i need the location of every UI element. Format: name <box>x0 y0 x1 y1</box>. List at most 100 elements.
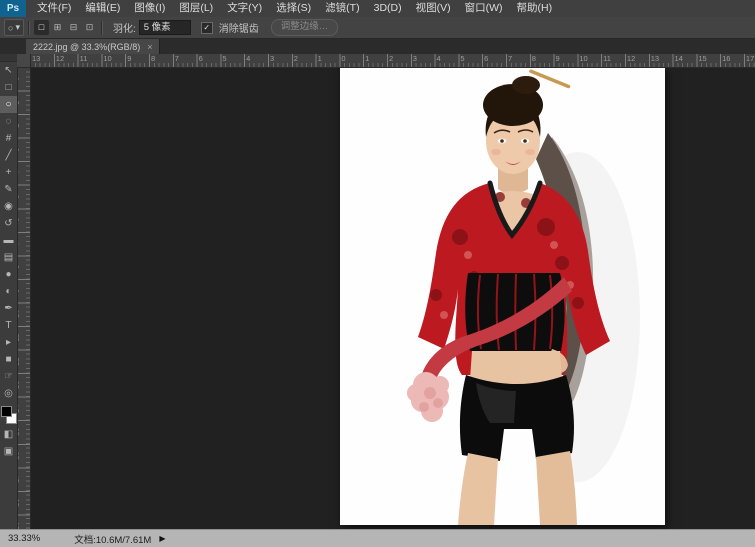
tool-pen[interactable]: ✒ <box>0 300 17 317</box>
intersect-selection-icon[interactable]: ⊡ <box>82 20 97 35</box>
ruler-number: 5 <box>458 54 482 64</box>
ruler-number: 7 <box>17 237 31 250</box>
menu-item[interactable]: 选择(S) <box>269 0 318 17</box>
menu-item[interactable]: 文件(F) <box>30 0 78 17</box>
antialias-checkbox[interactable]: ✓ <box>201 22 213 34</box>
menu-item[interactable]: 编辑(E) <box>78 0 127 17</box>
menu-item[interactable]: 视图(V) <box>409 0 458 17</box>
ruler-number: 0 <box>17 72 31 85</box>
status-popup-arrow-icon[interactable]: ▶ <box>159 534 165 543</box>
feather-input[interactable]: 5 像素 <box>139 20 191 35</box>
ruler-number: 5 <box>220 54 244 64</box>
quick-mask-icon: ◧ <box>4 429 13 440</box>
tool-lasso[interactable]: ○ <box>0 96 17 113</box>
menu-item[interactable]: 窗口(W) <box>458 0 510 17</box>
ruler-number: 11 <box>601 54 625 64</box>
history-brush-icon: ↺ <box>4 218 12 229</box>
ruler-number: 6 <box>197 54 221 64</box>
ruler-number: 9 <box>17 284 31 297</box>
eyedropper-icon: ╱ <box>5 150 11 161</box>
menu-item[interactable]: 帮助(H) <box>510 0 560 17</box>
tab-close-icon[interactable]: × <box>147 42 152 52</box>
ruler-number: 1 <box>316 54 340 64</box>
tool-brush[interactable]: ✎ <box>0 181 17 198</box>
document-canvas[interactable] <box>340 67 665 525</box>
ruler-number: 13 <box>30 54 54 64</box>
tool-preset-button[interactable]: ○ ▾ <box>4 19 24 36</box>
tool-path-selection[interactable]: ▸ <box>0 334 17 351</box>
shape-icon: ■ <box>5 354 11 365</box>
ruler-number: 7 <box>173 54 197 64</box>
tool-clone-stamp[interactable]: ◉ <box>0 198 17 215</box>
ruler-number: 8 <box>17 261 31 274</box>
ruler-number: 6 <box>482 54 506 64</box>
tool-list: ↖ □ ○ ◌ # ╱ + ✎ ◉ ↺ ▬ ▤●◐ ✒ T▸ ■ ☞ ◎ <box>0 62 17 402</box>
ruler-left[interactable]: 012345678910111213141516171819 <box>17 67 31 530</box>
ruler-number: 3 <box>411 54 435 64</box>
tool-eyedropper[interactable]: ╱ <box>0 147 17 164</box>
eraser-icon: ▬ <box>4 235 14 246</box>
lasso-icon: ○ <box>8 23 13 33</box>
new-selection-icon[interactable]: □ <box>34 20 49 35</box>
ruler-number: 4 <box>435 54 459 64</box>
foreground-color-swatch[interactable] <box>1 406 12 417</box>
clone-stamp-icon: ◉ <box>4 201 13 212</box>
tool-rectangular-marquee[interactable]: □ <box>0 79 17 96</box>
tool-move[interactable]: ↖ <box>0 62 17 79</box>
pen-icon: ✒ <box>4 303 12 314</box>
zoom-icon: ◎ <box>4 388 13 399</box>
ruler-number: 12 <box>54 54 78 64</box>
quick-selection-icon: ◌ <box>6 116 12 127</box>
ruler-number: 4 <box>244 54 268 64</box>
menu-item[interactable]: 图层(L) <box>172 0 220 17</box>
tool-bar: ↖ □ ○ ◌ # ╱ + ✎ ◉ ↺ ▬ ▤●◐ ✒ T▸ ■ ☞ ◎ ◧ ▣ <box>0 54 18 530</box>
add-to-selection-icon[interactable]: ⊞ <box>50 20 65 35</box>
refine-edge-button[interactable]: 调整边缘… <box>271 19 339 36</box>
tool-zoom[interactable]: ◎ <box>0 385 17 402</box>
caret-down-icon: ▾ <box>15 22 20 33</box>
menu-bar: Ps 文件(F)编辑(E)图像(I)图层(L)文字(Y)选择(S)滤镜(T)3D… <box>0 0 755 18</box>
ruler-number: 11 <box>17 331 31 344</box>
ruler-left-numbers: 012345678910111213141516171819 <box>17 67 30 530</box>
toolbar-grip[interactable] <box>0 54 17 62</box>
tool-history-brush[interactable]: ↺ <box>0 215 17 232</box>
tool-eraser[interactable]: ▬ <box>0 232 17 249</box>
ruler-number: 10 <box>577 54 601 64</box>
tool-shape[interactable]: ■ <box>0 351 17 368</box>
ruler-number: 14 <box>673 54 697 64</box>
menu-item[interactable]: 滤镜(T) <box>318 0 366 17</box>
ruler-number: 13 <box>17 378 31 391</box>
ruler-number: 10 <box>101 54 125 64</box>
tool-dodge[interactable]: ◐ <box>0 283 17 300</box>
zoom-level-field[interactable]: 33.33% <box>8 533 40 544</box>
menu-item[interactable]: 3D(D) <box>367 0 409 17</box>
subtract-from-selection-icon[interactable]: ⊟ <box>66 20 81 35</box>
ruler-number: 13 <box>649 54 673 64</box>
tool-blur[interactable]: ● <box>0 266 17 283</box>
tool-crop[interactable]: # <box>0 130 17 147</box>
lasso-icon: ○ <box>5 99 11 110</box>
ruler-corner <box>17 54 31 68</box>
ruler-number: 2 <box>387 54 411 64</box>
tool-screen-mode[interactable]: ▣ <box>0 443 17 460</box>
tool-hand[interactable]: ☞ <box>0 368 17 385</box>
tool-healing-brush[interactable]: + <box>0 164 17 181</box>
tool-type[interactable]: T <box>0 317 17 334</box>
tool-quick-mask[interactable]: ◧ <box>0 426 17 443</box>
ruler-number: 14 <box>17 402 31 415</box>
ruler-top[interactable]: 1312111098765432101234567891011121314151… <box>17 54 755 68</box>
ruler-number: 5 <box>17 190 31 203</box>
tool-gradient[interactable]: ▤ <box>0 249 17 266</box>
tool-quick-selection[interactable]: ◌ <box>0 113 17 130</box>
document-tab[interactable]: 2222.jpg @ 33.3%(RGB/8) × <box>26 38 160 54</box>
crop-icon: # <box>6 133 12 144</box>
menu-item[interactable]: 文字(Y) <box>220 0 269 17</box>
brush-icon: ✎ <box>4 184 12 195</box>
move-icon: ↖ <box>4 65 12 76</box>
ruler-top-numbers: 1312111098765432101234567891011121314151… <box>30 54 755 64</box>
color-swatches[interactable] <box>0 405 17 426</box>
ruler-number: 12 <box>17 355 31 368</box>
healing-brush-icon: + <box>6 167 12 178</box>
ruler-number: 8 <box>149 54 173 64</box>
menu-item[interactable]: 图像(I) <box>127 0 172 17</box>
